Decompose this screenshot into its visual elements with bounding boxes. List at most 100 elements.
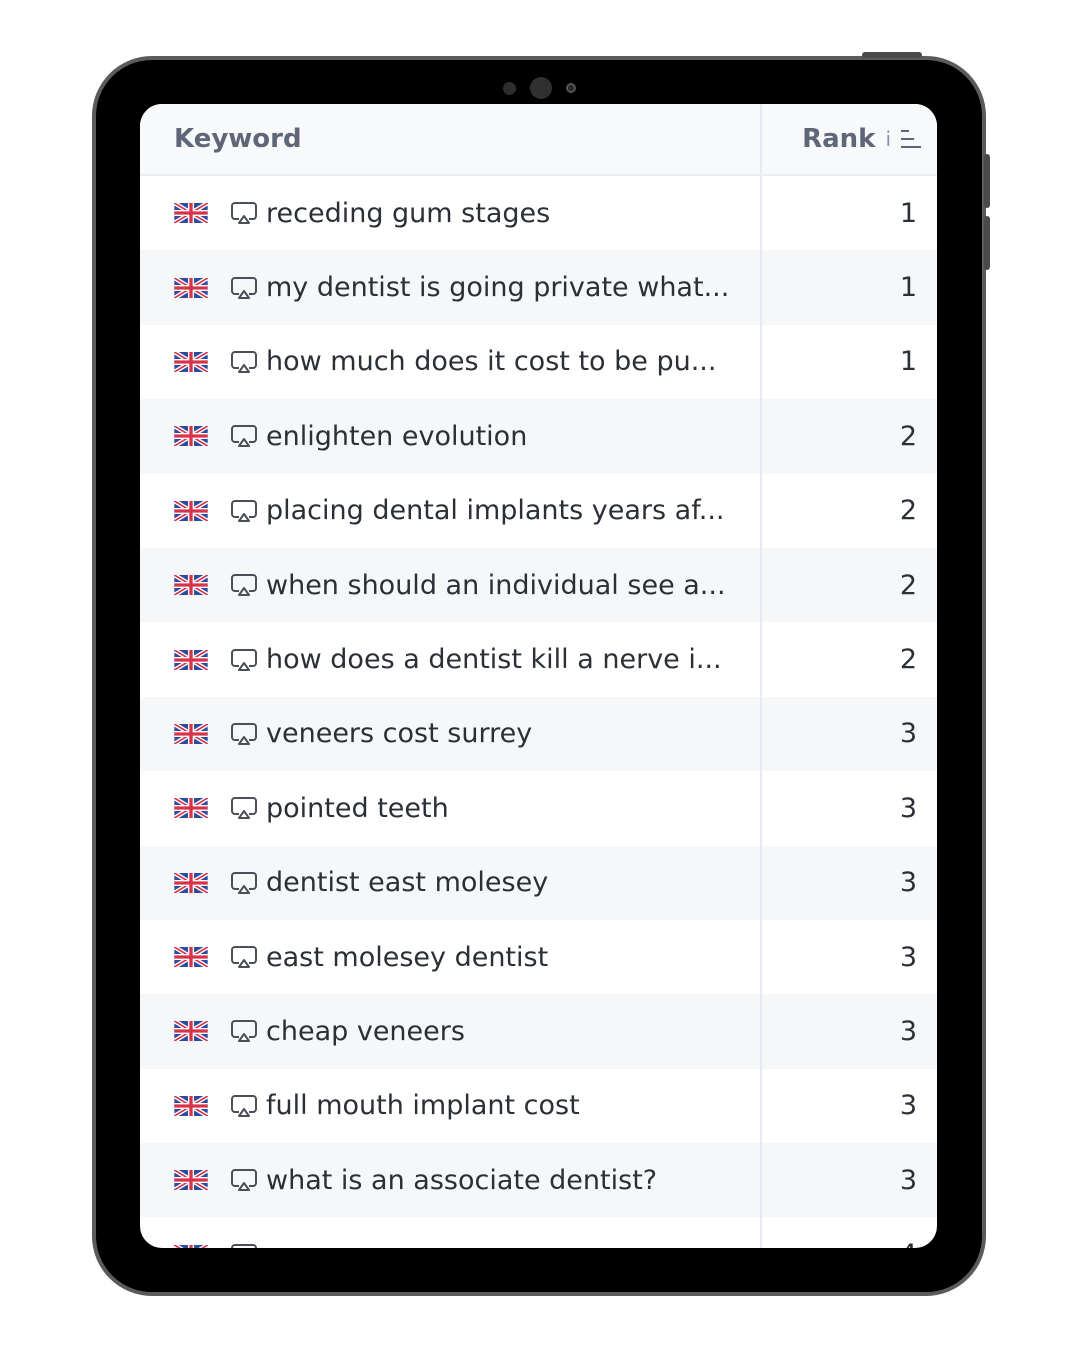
serp-preview-icon[interactable] bbox=[230, 795, 258, 821]
keyword-cell: placing dental implants years af... bbox=[140, 474, 760, 548]
table-row[interactable]: enlighten evolution 2 bbox=[140, 399, 937, 474]
rank-cell: 2 bbox=[760, 473, 937, 548]
uk-flag-icon bbox=[174, 1021, 208, 1042]
table-row[interactable]: dentist east molesey 3 bbox=[140, 845, 937, 920]
keyword-text[interactable]: how does a dentist kill a nerve i... bbox=[266, 644, 722, 675]
uk-flag-icon bbox=[174, 1170, 208, 1191]
keyword-cell: receding gum stages bbox=[140, 176, 760, 250]
uk-flag-icon bbox=[174, 947, 208, 968]
keyword-cell: east molesey dentist bbox=[140, 920, 760, 994]
camera-bar bbox=[96, 77, 982, 99]
volume-up-button bbox=[984, 154, 990, 208]
table-row[interactable]: my dentist is going private what... 1 bbox=[140, 250, 937, 325]
serp-preview-icon[interactable] bbox=[230, 647, 258, 673]
camera-dot bbox=[502, 81, 516, 95]
keyword-text[interactable]: what is an associate dentist? bbox=[266, 1165, 657, 1196]
rank-header-label: Rank bbox=[802, 124, 876, 154]
table-row[interactable]: east molesey dentist 3 bbox=[140, 919, 937, 995]
keyword-cell: veneers cost surrey bbox=[140, 697, 760, 771]
camera-sensor bbox=[565, 83, 576, 93]
keyword-cell: enlighten evolution bbox=[140, 399, 760, 473]
table-body: receding gum stages 1 my dentist is going … bbox=[140, 176, 937, 1248]
keyword-text[interactable]: my dentist is going private what... bbox=[266, 272, 729, 303]
info-icon[interactable]: i bbox=[885, 127, 891, 151]
serp-preview-icon[interactable] bbox=[230, 944, 258, 970]
power-button bbox=[862, 52, 922, 58]
keyword-cell: full mouth implant cost bbox=[140, 1069, 760, 1143]
table-header: Keyword Rank i bbox=[140, 104, 937, 176]
rank-cell: 3 bbox=[760, 771, 937, 846]
table-row[interactable]: cheap veneers 3 bbox=[140, 994, 937, 1069]
table-row[interactable]: when should an individual see a... 2 bbox=[140, 547, 937, 623]
uk-flag-icon bbox=[174, 798, 208, 819]
keyword-cell bbox=[140, 1217, 760, 1248]
serp-preview-icon[interactable] bbox=[230, 721, 258, 747]
sort-icon[interactable] bbox=[901, 130, 921, 148]
table-row[interactable]: what is an associate dentist? 3 bbox=[140, 1143, 937, 1218]
camera-lens bbox=[529, 77, 552, 99]
keyword-cell: when should an individual see a... bbox=[140, 548, 760, 622]
uk-flag-icon bbox=[174, 277, 208, 298]
table-row[interactable]: how does a dentist kill a nerve i... 2 bbox=[140, 622, 937, 697]
rank-cell: 3 bbox=[760, 1068, 937, 1144]
table-row[interactable]: pointed teeth 3 bbox=[140, 771, 937, 846]
uk-flag-icon bbox=[174, 872, 208, 893]
serp-preview-icon[interactable] bbox=[230, 275, 258, 301]
keyword-text[interactable]: pointed teeth bbox=[266, 793, 449, 824]
uk-flag-icon bbox=[174, 575, 208, 596]
rank-cell: 3 bbox=[760, 994, 937, 1069]
table-row[interactable]: 4 bbox=[140, 1217, 937, 1248]
table-row[interactable]: receding gum stages 1 bbox=[140, 176, 937, 251]
keyword-cell: pointed teeth bbox=[140, 771, 760, 845]
serp-preview-icon[interactable] bbox=[230, 1093, 258, 1119]
uk-flag-icon bbox=[174, 1095, 208, 1116]
keyword-column-header[interactable]: Keyword bbox=[140, 124, 760, 154]
keyword-text[interactable]: how much does it cost to be pu... bbox=[266, 346, 716, 377]
uk-flag-icon bbox=[174, 500, 208, 521]
keyword-text[interactable]: east molesey dentist bbox=[266, 942, 548, 973]
serp-preview-icon[interactable] bbox=[230, 423, 258, 449]
keyword-text[interactable]: dentist east molesey bbox=[266, 867, 548, 898]
uk-flag-icon bbox=[174, 649, 208, 670]
uk-flag-icon bbox=[174, 723, 208, 744]
keyword-cell: my dentist is going private what... bbox=[140, 250, 760, 324]
keyword-text[interactable]: placing dental implants years af... bbox=[266, 495, 725, 526]
rank-cell: 4 bbox=[760, 1217, 937, 1248]
keyword-text[interactable]: veneers cost surrey bbox=[266, 718, 532, 749]
keyword-text[interactable]: receding gum stages bbox=[266, 198, 550, 229]
keyword-text[interactable]: full mouth implant cost bbox=[266, 1090, 580, 1121]
keyword-cell: dentist east molesey bbox=[140, 846, 760, 920]
uk-flag-icon bbox=[174, 426, 208, 447]
rank-cell: 2 bbox=[760, 399, 937, 474]
table-row[interactable]: placing dental implants years af... 2 bbox=[140, 473, 937, 548]
uk-flag-icon bbox=[174, 351, 208, 372]
uk-flag-icon bbox=[174, 203, 208, 224]
keyword-text[interactable]: cheap veneers bbox=[266, 1016, 465, 1047]
rank-cell: 3 bbox=[760, 845, 937, 920]
serp-preview-icon[interactable] bbox=[230, 498, 258, 524]
rank-cell: 1 bbox=[760, 250, 937, 325]
keyword-cell: how does a dentist kill a nerve i... bbox=[140, 622, 760, 696]
rank-cell: 3 bbox=[760, 919, 937, 995]
rank-cell: 2 bbox=[760, 622, 937, 697]
serp-preview-icon[interactable] bbox=[230, 1242, 258, 1248]
keyword-cell: how much does it cost to be pu... bbox=[140, 325, 760, 399]
serp-preview-icon[interactable] bbox=[230, 1018, 258, 1044]
rank-cell: 2 bbox=[760, 547, 937, 623]
tablet-screen: Keyword Rank i receding gum stages 1 my de… bbox=[140, 104, 937, 1248]
rank-cell: 1 bbox=[760, 176, 937, 251]
serp-preview-icon[interactable] bbox=[230, 200, 258, 226]
serp-preview-icon[interactable] bbox=[230, 572, 258, 598]
keyword-cell: cheap veneers bbox=[140, 994, 760, 1068]
table-row[interactable]: how much does it cost to be pu... 1 bbox=[140, 324, 937, 400]
table-row[interactable]: veneers cost surrey 3 bbox=[140, 696, 937, 772]
keyword-text[interactable]: enlighten evolution bbox=[266, 421, 527, 452]
serp-preview-icon[interactable] bbox=[230, 1167, 258, 1193]
serp-preview-icon[interactable] bbox=[230, 870, 258, 896]
serp-preview-icon[interactable] bbox=[230, 349, 258, 375]
rank-cell: 1 bbox=[760, 324, 937, 400]
rank-column-header[interactable]: Rank i bbox=[760, 104, 937, 174]
table-row[interactable]: full mouth implant cost 3 bbox=[140, 1068, 937, 1144]
uk-flag-icon bbox=[174, 1244, 208, 1248]
keyword-text[interactable]: when should an individual see a... bbox=[266, 570, 726, 601]
